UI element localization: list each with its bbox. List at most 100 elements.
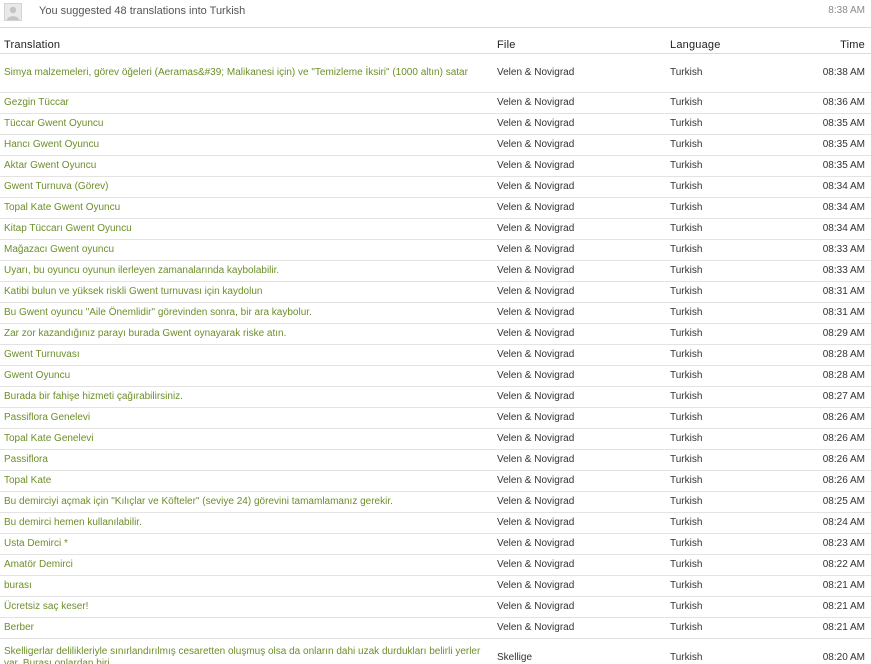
language-cell: Turkish (666, 113, 787, 135)
time-cell: 08:26 AM (787, 449, 871, 471)
table-header-row: Translation File Language Time (0, 37, 871, 54)
translation-link[interactable]: Uyarı, bu oyuncu oyunun ilerleyen zamana… (0, 260, 493, 282)
language-cell: Turkish (666, 554, 787, 576)
language-cell: Turkish (666, 197, 787, 219)
file-cell: Velen & Novigrad (493, 596, 666, 618)
table-row: Hancı Gwent Oyuncu Velen & Novigrad Turkis… (0, 134, 871, 156)
suggestions-page: You suggested 48 translations into Turki… (0, 0, 871, 664)
translation-link[interactable]: Ücretsiz saç keser! (0, 596, 493, 618)
activity-header: You suggested 48 translations into Turki… (0, 0, 871, 28)
translation-link[interactable]: Usta Demirci * (0, 533, 493, 555)
translation-link[interactable]: Zar zor kazandığınız parayı burada Gwent… (0, 323, 493, 345)
table-row: Amatör Demirci Velen & Novigrad Turkish 08:… (0, 554, 871, 576)
translation-link[interactable]: Bu demirciyi açmak için "Kılıçlar ve Köf… (0, 491, 493, 513)
language-cell: Turkish (666, 428, 787, 450)
file-cell: Velen & Novigrad (493, 449, 666, 471)
translation-link[interactable]: Topal Kate (0, 470, 493, 492)
file-cell: Velen & Novigrad (493, 239, 666, 261)
language-cell: Turkish (666, 470, 787, 492)
file-cell: Velen & Novigrad (493, 176, 666, 198)
translation-link[interactable]: Simya malzemeleri, görev öğeleri (Aerama… (0, 53, 493, 93)
translation-link[interactable]: Gezgin Tüccar (0, 92, 493, 114)
language-cell: Turkish (666, 344, 787, 366)
time-cell: 08:21 AM (787, 617, 871, 639)
time-cell: 08:38 AM (787, 53, 871, 93)
file-cell: Velen & Novigrad (493, 344, 666, 366)
table-row: Ücretsiz saç keser! Velen & Novigrad Turki… (0, 596, 871, 618)
file-cell: Velen & Novigrad (493, 113, 666, 135)
translation-link[interactable]: Amatör Demirci (0, 554, 493, 576)
table-row: Bu demirci hemen kullanılabilir. Velen & … (0, 512, 871, 534)
language-cell: Turkish (666, 134, 787, 156)
column-header-time: Time (787, 37, 871, 54)
language-cell: Turkish (666, 53, 787, 93)
table-row: Katibi bulun ve yüksek riskli Gwent turn… (0, 281, 871, 303)
translation-link[interactable]: Gwent Turnuvası (0, 344, 493, 366)
translation-link[interactable]: Tüccar Gwent Oyuncu (0, 113, 493, 135)
file-cell: Skellige (493, 638, 666, 664)
translation-link[interactable]: Mağazacı Gwent oyuncu (0, 239, 493, 261)
file-cell: Velen & Novigrad (493, 617, 666, 639)
activity-time: 8:38 AM (828, 5, 865, 16)
translation-link[interactable]: Gwent Turnuva (Görev) (0, 176, 493, 198)
table-row: Bu Gwent oyuncu "Aile Önemlidir" görevin… (0, 302, 871, 324)
translation-link[interactable]: Kitap Tüccarı Gwent Oyuncu (0, 218, 493, 240)
time-cell: 08:34 AM (787, 197, 871, 219)
file-cell: Velen & Novigrad (493, 554, 666, 576)
language-cell: Turkish (666, 176, 787, 198)
language-cell: Turkish (666, 155, 787, 177)
time-cell: 08:23 AM (787, 533, 871, 555)
time-cell: 08:28 AM (787, 344, 871, 366)
language-cell: Turkish (666, 533, 787, 555)
file-cell: Velen & Novigrad (493, 512, 666, 534)
language-cell: Turkish (666, 92, 787, 114)
time-cell: 08:21 AM (787, 596, 871, 618)
translation-link[interactable]: Katibi bulun ve yüksek riskli Gwent turn… (0, 281, 493, 303)
file-cell: Velen & Novigrad (493, 386, 666, 408)
time-cell: 08:28 AM (787, 365, 871, 387)
translation-link[interactable]: burası (0, 575, 493, 597)
translation-link[interactable]: Bu demirci hemen kullanılabilir. (0, 512, 493, 534)
language-cell: Turkish (666, 617, 787, 639)
language-cell: Turkish (666, 302, 787, 324)
table-row: Topal Kate Velen & Novigrad Turkish 08:26 A… (0, 470, 871, 492)
language-cell: Turkish (666, 218, 787, 240)
table-row: Uyarı, bu oyuncu oyunun ilerleyen zamana… (0, 260, 871, 282)
translation-link[interactable]: Hancı Gwent Oyuncu (0, 134, 493, 156)
table-row: Tüccar Gwent Oyuncu Velen & Novigrad Turki… (0, 113, 871, 135)
column-header-file: File (493, 37, 666, 54)
table-row: Gezgin Tüccar Velen & Novigrad Turkish 08:3… (0, 92, 871, 114)
activity-message: You suggested 48 translations into Turki… (39, 5, 246, 17)
translation-link[interactable]: Skelligerlar delilikleriyle sınırlandırı… (0, 638, 493, 664)
file-cell: Velen & Novigrad (493, 575, 666, 597)
table-row: Burada bir fahişe hizmeti çağırabilirsin… (0, 386, 871, 408)
language-cell: Turkish (666, 323, 787, 345)
column-header-translation: Translation (0, 37, 493, 54)
translation-link[interactable]: Gwent Oyuncu (0, 365, 493, 387)
translation-link[interactable]: Passiflora Genelevi (0, 407, 493, 429)
translation-link[interactable]: Topal Kate Genelevi (0, 428, 493, 450)
file-cell: Velen & Novigrad (493, 323, 666, 345)
table-row: Passiflora Velen & Novigrad Turkish 08:26 A… (0, 449, 871, 471)
language-cell: Turkish (666, 386, 787, 408)
translation-link[interactable]: Burada bir fahişe hizmeti çağırabilirsin… (0, 386, 493, 408)
translation-link[interactable]: Berber (0, 617, 493, 639)
translation-link[interactable]: Bu Gwent oyuncu "Aile Önemlidir" görevin… (0, 302, 493, 324)
translation-link[interactable]: Passiflora (0, 449, 493, 471)
time-cell: 08:36 AM (787, 92, 871, 114)
time-cell: 08:33 AM (787, 239, 871, 261)
user-avatar-icon[interactable] (4, 3, 22, 21)
translation-link[interactable]: Topal Kate Gwent Oyuncu (0, 197, 493, 219)
time-cell: 08:26 AM (787, 407, 871, 429)
file-cell: Velen & Novigrad (493, 428, 666, 450)
language-cell: Turkish (666, 449, 787, 471)
file-cell: Velen & Novigrad (493, 491, 666, 513)
file-cell: Velen & Novigrad (493, 218, 666, 240)
table-row: Topal Kate Gwent Oyuncu Velen & Novigrad T… (0, 197, 871, 219)
table-row: Gwent Turnuvası Velen & Novigrad Turkish 08… (0, 344, 871, 366)
table-row: Simya malzemeleri, görev öğeleri (Aerama… (0, 53, 871, 93)
file-cell: Velen & Novigrad (493, 470, 666, 492)
translation-link[interactable]: Aktar Gwent Oyuncu (0, 155, 493, 177)
file-cell: Velen & Novigrad (493, 407, 666, 429)
language-cell: Turkish (666, 491, 787, 513)
